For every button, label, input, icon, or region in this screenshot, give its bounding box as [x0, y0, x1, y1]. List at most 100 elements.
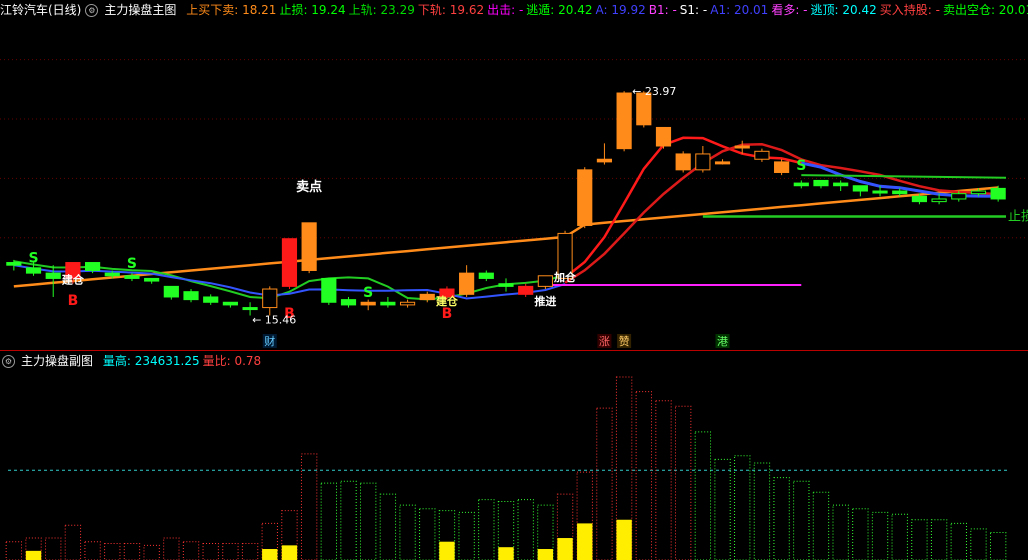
settings-icon[interactable]: ⚙ — [85, 4, 99, 17]
volume-bar — [734, 455, 751, 560]
candle-body — [537, 275, 553, 287]
candle-body — [596, 158, 613, 163]
main-indicator-item-11: 逃顶: 20.42 — [810, 3, 877, 17]
candle-body — [675, 153, 691, 171]
candle-body — [321, 277, 337, 303]
candle-body — [104, 272, 120, 277]
volume-bar — [793, 480, 810, 560]
main-indicator-item-5: 逃遁: 20.42 — [526, 3, 593, 17]
main-indicator-item-2: 上轨: 23.29 — [348, 3, 415, 17]
volume-bar — [714, 458, 731, 560]
main-indicator-item-13: 卖出空仓: 20.01 — [942, 3, 1028, 17]
volume-bar — [911, 519, 928, 560]
volume-bar — [635, 391, 652, 560]
volume-bar — [753, 462, 771, 560]
build-position-label: 建仓 — [62, 273, 85, 287]
news-tag-hk: 港 — [717, 335, 728, 348]
buy-signal-b: B — [442, 306, 453, 322]
low-price-label: ← 15.46 — [252, 313, 296, 326]
volume-bar — [930, 519, 948, 560]
volume-highlight-bar — [439, 541, 455, 560]
candle-body — [281, 238, 298, 287]
candle-body — [144, 277, 160, 282]
candle-body — [478, 272, 494, 279]
sell-signal-s: S — [796, 158, 806, 174]
volume-highlight-bar — [557, 538, 573, 560]
candle-body — [734, 145, 750, 149]
volume-bar — [891, 513, 908, 560]
sub-indicator-name[interactable]: 主力操盘副图 — [21, 354, 93, 368]
price-chart[interactable]: 止损卖点BB BS SSS建仓建仓 推进加仓← 23.97← 15.46财涨赞港 — [0, 20, 1028, 350]
main-indicator-item-0: 上买下卖: 18.21 — [186, 3, 277, 17]
candle-body — [124, 275, 140, 279]
volume-bar — [45, 537, 62, 560]
main-indicator-item-12: 买入持股: - — [879, 3, 940, 17]
volume-bar — [458, 511, 475, 560]
candle-body — [25, 267, 42, 274]
volume-bar — [950, 522, 967, 560]
volume-bar — [123, 543, 141, 560]
high-price-label: ← 23.97 — [632, 85, 676, 98]
candle-body — [911, 195, 927, 203]
volume-bar — [143, 544, 160, 560]
candle-body — [774, 161, 790, 173]
candle-body — [714, 161, 731, 165]
candle-body — [242, 307, 258, 311]
buy-signal-b: B — [68, 293, 79, 309]
news-tag-finance: 财 — [264, 334, 275, 348]
volume-bar — [64, 524, 82, 560]
sell-signal-s: S — [28, 251, 38, 267]
main-indicator-header: 江铃汽车(日线) ⚙ 主力操盘主图 上买下卖: 18.21 止损: 19.24 上轨: … — [0, 0, 1028, 20]
escape-top-line — [801, 174, 1007, 179]
candle-body — [163, 285, 179, 298]
volume-highlight-bar — [281, 545, 298, 560]
candle-body — [793, 182, 809, 187]
main-indicator-item-10: 看多: - — [771, 3, 808, 17]
volume-chart[interactable] — [0, 369, 1028, 560]
main-indicator-values: 上买下卖: 18.21 止损: 19.24 上轨: 23.29 下轨: 19.62 出击… — [186, 3, 1028, 17]
volume-bar — [655, 400, 672, 560]
candle-body — [222, 301, 238, 306]
volume-bar — [379, 493, 397, 560]
volume-bar — [340, 480, 357, 560]
sub-indicator-item-1: 量比: 0.78 — [202, 354, 262, 368]
candle-body — [262, 288, 278, 309]
candle-body — [892, 190, 908, 195]
candle-body — [340, 299, 357, 306]
candle-body — [655, 126, 672, 147]
candle-body — [45, 272, 61, 279]
volume-bar — [163, 537, 180, 560]
candle-body — [970, 190, 987, 195]
long-moving-average-line — [13, 186, 999, 288]
main-indicator-item-1: 止损: 19.24 — [279, 3, 346, 17]
sell-signal-s: S — [363, 285, 373, 301]
candle-body — [754, 150, 770, 160]
candle-body — [419, 293, 435, 301]
news-tag-rise: 涨 — [599, 335, 610, 348]
main-indicator-item-6: A: 19.92 — [595, 3, 646, 17]
stop-loss-label: 止损 — [1008, 209, 1028, 224]
volume-bar — [222, 543, 239, 560]
settings-icon[interactable]: ⚙ — [2, 355, 15, 368]
volume-bar — [970, 528, 987, 560]
main-indicator-item-9: A1: 20.01 — [710, 3, 769, 17]
volume-bar — [852, 508, 869, 560]
volume-bar — [202, 543, 219, 560]
volume-bar — [674, 405, 692, 560]
volume-bar — [989, 532, 1007, 560]
volume-bar — [84, 541, 101, 560]
candle-body — [577, 169, 593, 226]
sub-indicator-values: 量高: 234631.25 量比: 0.78 — [103, 354, 264, 368]
candle-body — [399, 301, 416, 306]
stock-title[interactable]: 江铃汽车(日线) — [0, 3, 81, 17]
candle-body — [183, 291, 199, 301]
volume-highlight-bar — [262, 549, 278, 560]
volume-bar — [360, 482, 377, 560]
candle-body — [380, 301, 396, 306]
candle-body — [872, 190, 888, 194]
volume-bar — [320, 482, 338, 560]
main-indicator-name[interactable]: 主力操盘主图 — [104, 3, 176, 17]
volume-bar — [399, 504, 416, 560]
candle-body — [616, 92, 632, 150]
volume-highlight-bar — [537, 549, 554, 560]
